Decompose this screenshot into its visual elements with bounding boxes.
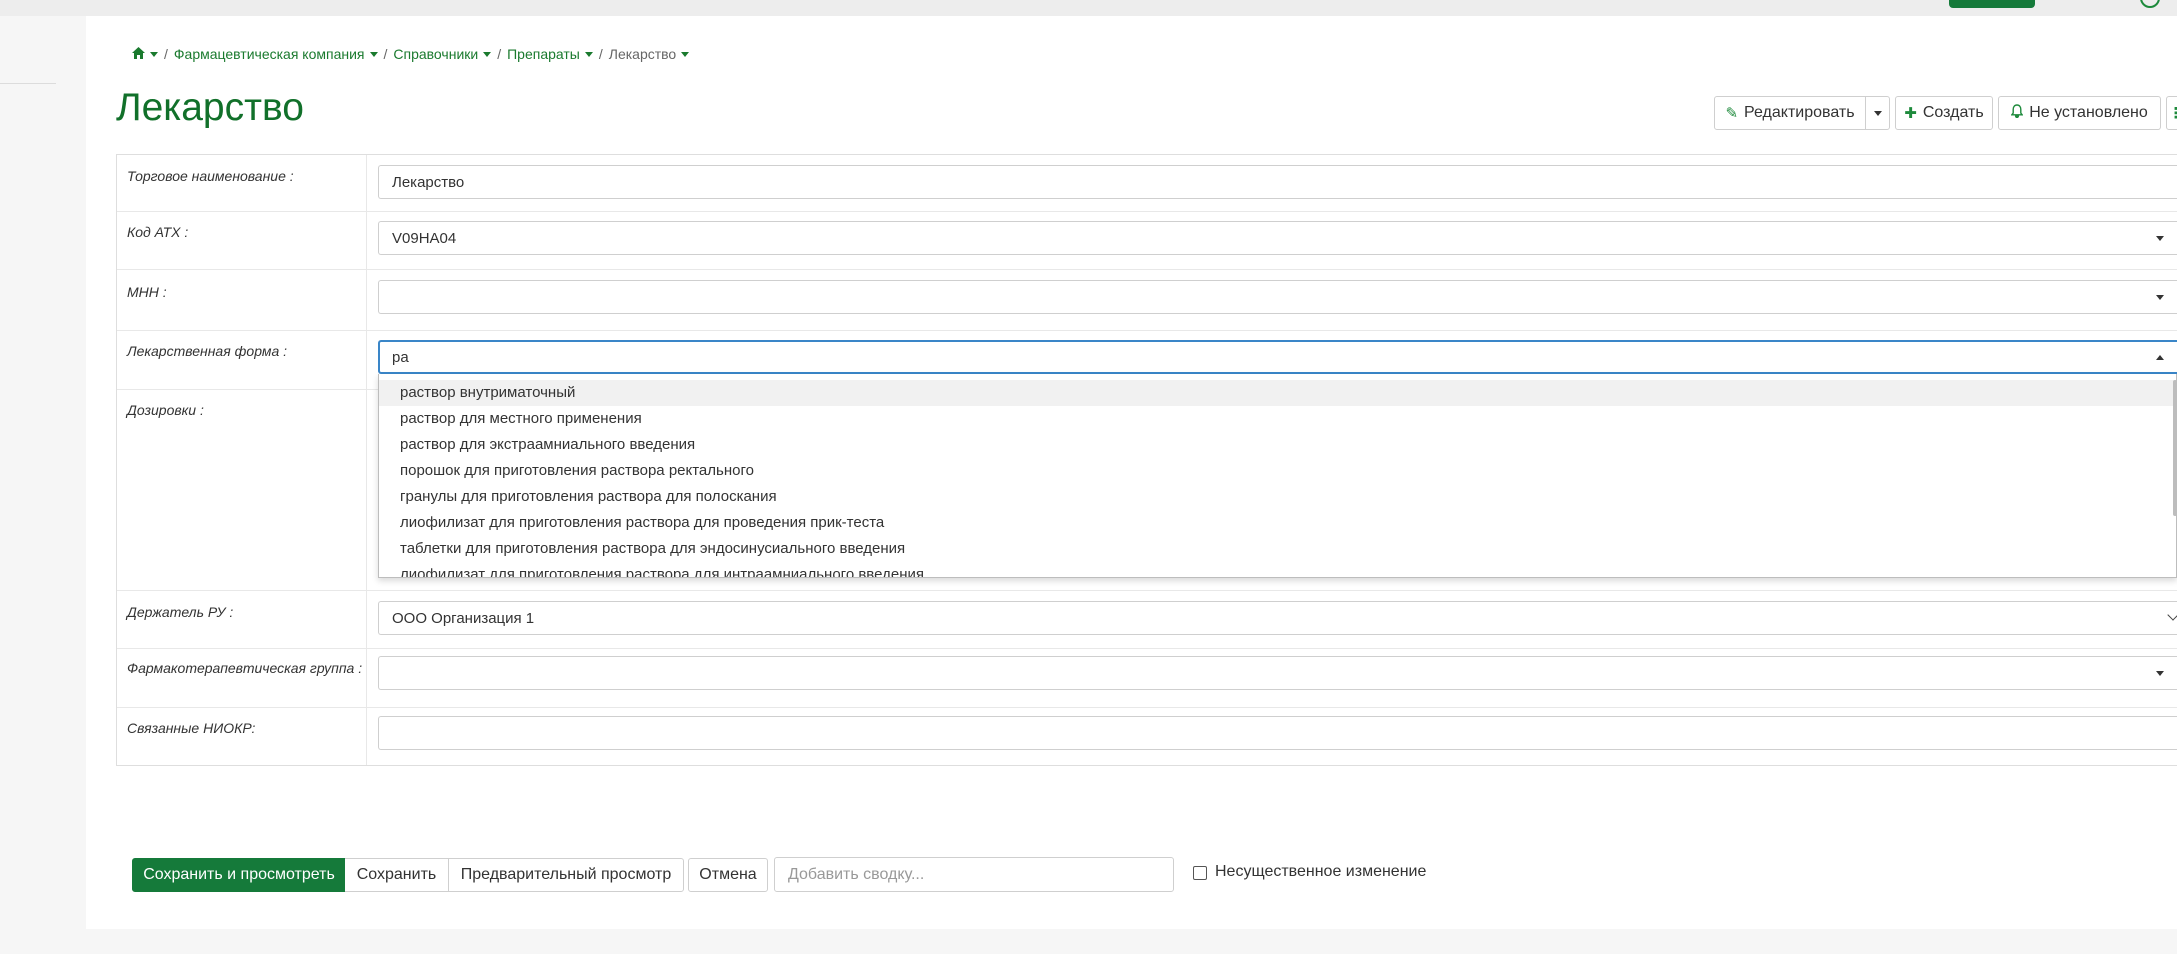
create-button-label: Создать <box>1922 104 1984 121</box>
minor-change-checkbox[interactable] <box>1193 866 1207 880</box>
breadcrumb-separator: / <box>497 46 502 62</box>
chevron-down-icon[interactable] <box>369 51 378 57</box>
dropdown-scrollbar[interactable] <box>2173 380 2176 516</box>
chevron-down-icon[interactable] <box>681 51 690 57</box>
row-divider <box>117 707 2177 708</box>
dropdown-option[interactable]: лиофилизат для приготовления раствора дл… <box>400 566 924 577</box>
dosage-form-search-value: ра <box>392 348 409 366</box>
dropdown-option[interactable]: гранулы для приготовления раствора для п… <box>400 488 777 505</box>
related-rd-label: Связанные НИОКР: <box>127 720 256 736</box>
trade-name-input[interactable]: Лекарство <box>378 165 2177 199</box>
dosage-form-label: Лекарственная форма : <box>127 343 288 359</box>
breadcrumb-separator: / <box>383 46 388 62</box>
top-bar <box>0 0 2177 16</box>
notification-button[interactable]: Не установлено <box>1998 96 2161 130</box>
atc-code-label: Код АТХ : <box>127 224 189 240</box>
chevron-down-icon <box>1873 110 1882 116</box>
more-menu-button[interactable]: ⋮ <box>2166 96 2177 130</box>
holder-label: Держатель РУ : <box>127 604 234 620</box>
more-vertical-icon: ⋮ <box>2168 105 2177 122</box>
dropdown-option[interactable]: раствор для местного применения <box>400 410 642 427</box>
atc-code-value: V09HA04 <box>392 229 457 247</box>
inn-select[interactable] <box>378 280 2177 314</box>
dropdown-highlight <box>379 380 2176 406</box>
chevron-down-icon[interactable] <box>483 51 492 57</box>
chevron-down-icon[interactable] <box>150 51 158 57</box>
row-divider <box>117 269 2177 270</box>
breadcrumb-separator: / <box>598 46 603 62</box>
chevron-down-icon[interactable] <box>584 51 593 57</box>
chevron-down-icon <box>2156 236 2164 241</box>
page-title: Лекарство <box>116 86 304 129</box>
edit-dropdown-button[interactable] <box>1865 96 1890 130</box>
notification-button-label: Не установлено <box>2029 104 2148 121</box>
bell-icon <box>2010 103 2024 123</box>
pharm-group-select[interactable] <box>378 656 2177 690</box>
cancel-button[interactable]: Отмена <box>688 858 768 892</box>
save-and-view-button[interactable]: Сохранить и просмотреть <box>132 858 346 892</box>
pencil-icon: ✎ <box>1725 105 1739 122</box>
row-divider <box>117 211 2177 212</box>
sidebar-divider <box>0 83 56 84</box>
dosage-form-dropdown: раствор внутриматочный раствор для местн… <box>378 374 2177 578</box>
atc-code-select[interactable]: V09HA04 <box>378 221 2177 255</box>
breadcrumb-item-drugs[interactable]: Препараты <box>507 46 580 62</box>
row-divider <box>117 330 2177 331</box>
related-rd-input[interactable] <box>378 716 2177 750</box>
summary-input[interactable]: Добавить сводку... <box>774 857 1174 892</box>
dropdown-option[interactable]: лиофилизат для приготовления раствора дл… <box>400 514 884 531</box>
breadcrumb-item-company[interactable]: Фармацевтическая компания <box>174 46 365 62</box>
status-icon[interactable] <box>2140 0 2160 8</box>
top-action-button[interactable] <box>1949 0 2035 8</box>
left-sidebar <box>0 16 86 954</box>
dropdown-option[interactable]: раствор для экстраамниального введения <box>400 436 695 453</box>
holder-select[interactable]: ООО Организация 1 <box>378 601 2177 635</box>
plus-icon: ✚ <box>1904 105 1917 122</box>
edit-button[interactable]: ✎ Редактировать <box>1714 96 1866 130</box>
minor-change-label: Несущественное изменение <box>1215 863 1427 880</box>
chevron-up-icon <box>2156 355 2164 360</box>
dosages-label: Дозировки : <box>127 402 204 418</box>
create-button[interactable]: ✚ Создать <box>1895 96 1993 130</box>
dropdown-option[interactable]: порошок для приготовления раствора ректа… <box>400 462 754 479</box>
trade-name-value: Лекарство <box>392 173 465 191</box>
dropdown-option[interactable]: таблетки для приготовления раствора для … <box>400 540 905 557</box>
breadcrumb: / Фармацевтическая компания / Справочник… <box>132 46 690 62</box>
edit-button-label: Редактировать <box>1744 104 1855 121</box>
breadcrumb-item-references[interactable]: Справочники <box>393 46 478 62</box>
breadcrumb-current: Лекарство <box>608 46 677 62</box>
chevron-down-icon <box>2167 609 2177 621</box>
home-icon[interactable] <box>132 46 145 62</box>
breadcrumb-separator: / <box>164 46 168 62</box>
dropdown-option[interactable]: раствор внутриматочный <box>400 384 575 401</box>
pharm-group-label: Фармакотерапевтическая группа : <box>127 660 363 676</box>
chevron-down-icon <box>2156 295 2164 300</box>
chevron-down-icon <box>2156 671 2164 676</box>
preview-button[interactable]: Предварительный просмотр <box>448 858 684 892</box>
holder-value: ООО Организация 1 <box>392 609 535 627</box>
trade-name-label: Торговое наименование : <box>127 168 294 184</box>
row-divider <box>117 590 2177 591</box>
row-divider <box>117 648 2177 649</box>
dosage-form-select[interactable]: ра <box>378 340 2177 374</box>
inn-label: МНН : <box>127 284 167 300</box>
save-button[interactable]: Сохранить <box>345 858 449 892</box>
